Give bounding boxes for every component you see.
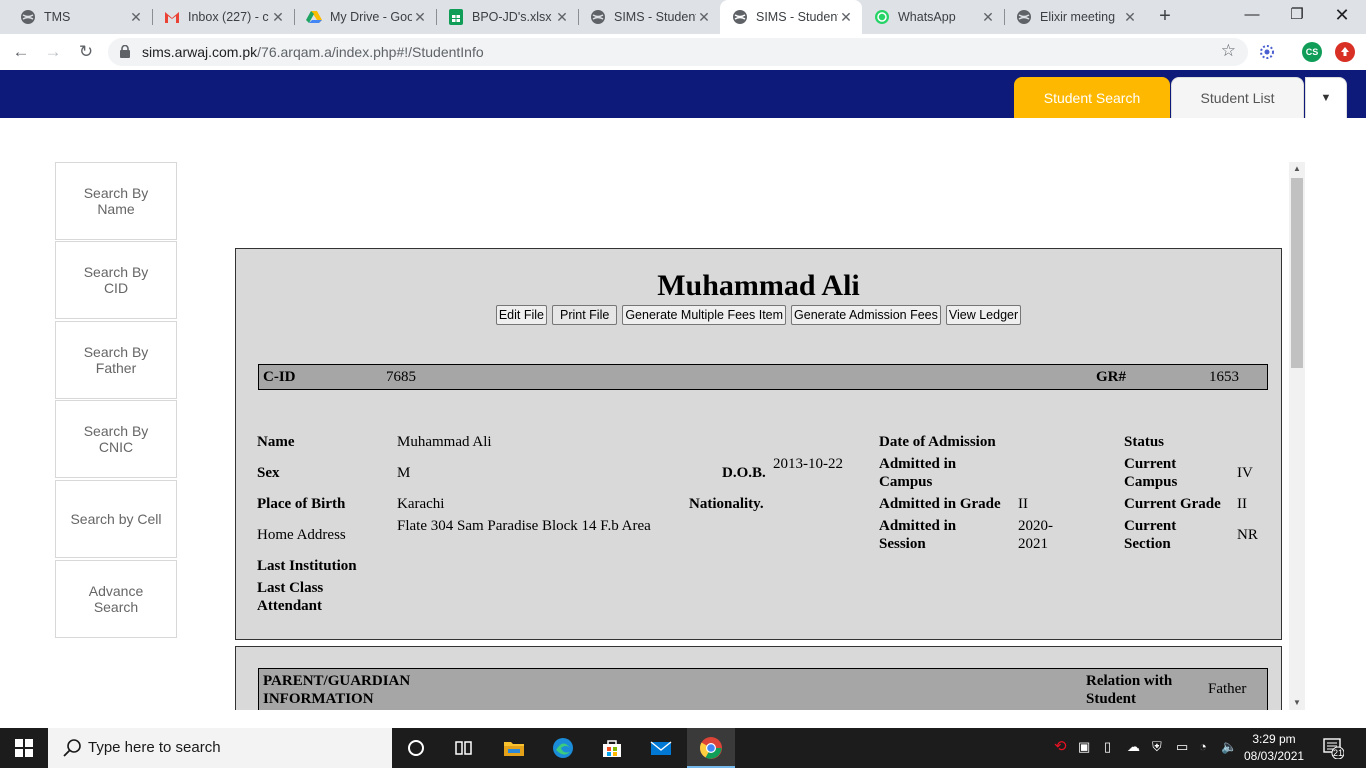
wifi-icon[interactable]: ◔ — [1199, 739, 1207, 754]
security-icon[interactable]: ⛨ — [1152, 739, 1162, 755]
volume-icon[interactable]: 🔈 — [1221, 739, 1237, 755]
parent-panel-clip: PARENT/GUARDIAN INFORMATION Relation wit… — [0, 0, 1366, 710]
cortana-icon[interactable] — [404, 736, 428, 760]
battery-icon[interactable]: ▯ — [1104, 739, 1111, 755]
search-icon — [63, 739, 81, 757]
clock-time: 3:29 pm — [1252, 732, 1296, 746]
power-icon[interactable]: ▭ — [1176, 739, 1188, 755]
notification-count: 21 — [1332, 748, 1343, 758]
cloud-icon[interactable]: ☁ — [1127, 739, 1140, 755]
network-apps-icon[interactable]: ▣ — [1078, 739, 1090, 755]
microsoft-store-icon[interactable] — [600, 736, 624, 760]
notification-center-icon[interactable]: 21 — [1322, 737, 1345, 760]
parent-heading: PARENT/GUARDIAN INFORMATION — [263, 673, 411, 707]
clock-date: 08/03/2021 — [1244, 749, 1305, 763]
taskbar: Type here to search ⟲ ▣ ▯ ☁ ⛨ ▭ ◔ 🔈 3:29… — [0, 728, 1366, 768]
mail-icon[interactable] — [649, 736, 673, 760]
scroll-thumb[interactable] — [1291, 178, 1303, 368]
chrome-icon — [700, 737, 722, 759]
relation-label: Relation with Student — [1086, 673, 1173, 707]
scroll-up-icon[interactable]: ▲ — [1289, 162, 1305, 176]
edge-icon[interactable] — [551, 736, 575, 760]
scroll-down-icon[interactable]: ▼ — [1289, 696, 1305, 710]
windows-start-icon[interactable] — [0, 728, 48, 768]
task-view-icon[interactable] — [452, 736, 476, 760]
chrome-taskbar-button[interactable] — [687, 728, 735, 768]
taskbar-search-placeholder: Type here to search — [88, 739, 221, 756]
file-explorer-icon[interactable] — [502, 736, 526, 760]
relation-value: Father — [1208, 681, 1247, 697]
parent-heading-bar: PARENT/GUARDIAN INFORMATION Relation wit… — [258, 668, 1268, 710]
parent-info-panel: PARENT/GUARDIAN INFORMATION Relation wit… — [235, 646, 1282, 710]
antivirus-icon[interactable]: ⟲ — [1054, 737, 1067, 755]
taskbar-search-box[interactable]: Type here to search — [48, 728, 392, 768]
page-scrollbar[interactable]: ▲ ▼ — [1289, 162, 1305, 710]
system-clock[interactable]: 3:29 pm 08/03/2021 — [1244, 731, 1304, 765]
